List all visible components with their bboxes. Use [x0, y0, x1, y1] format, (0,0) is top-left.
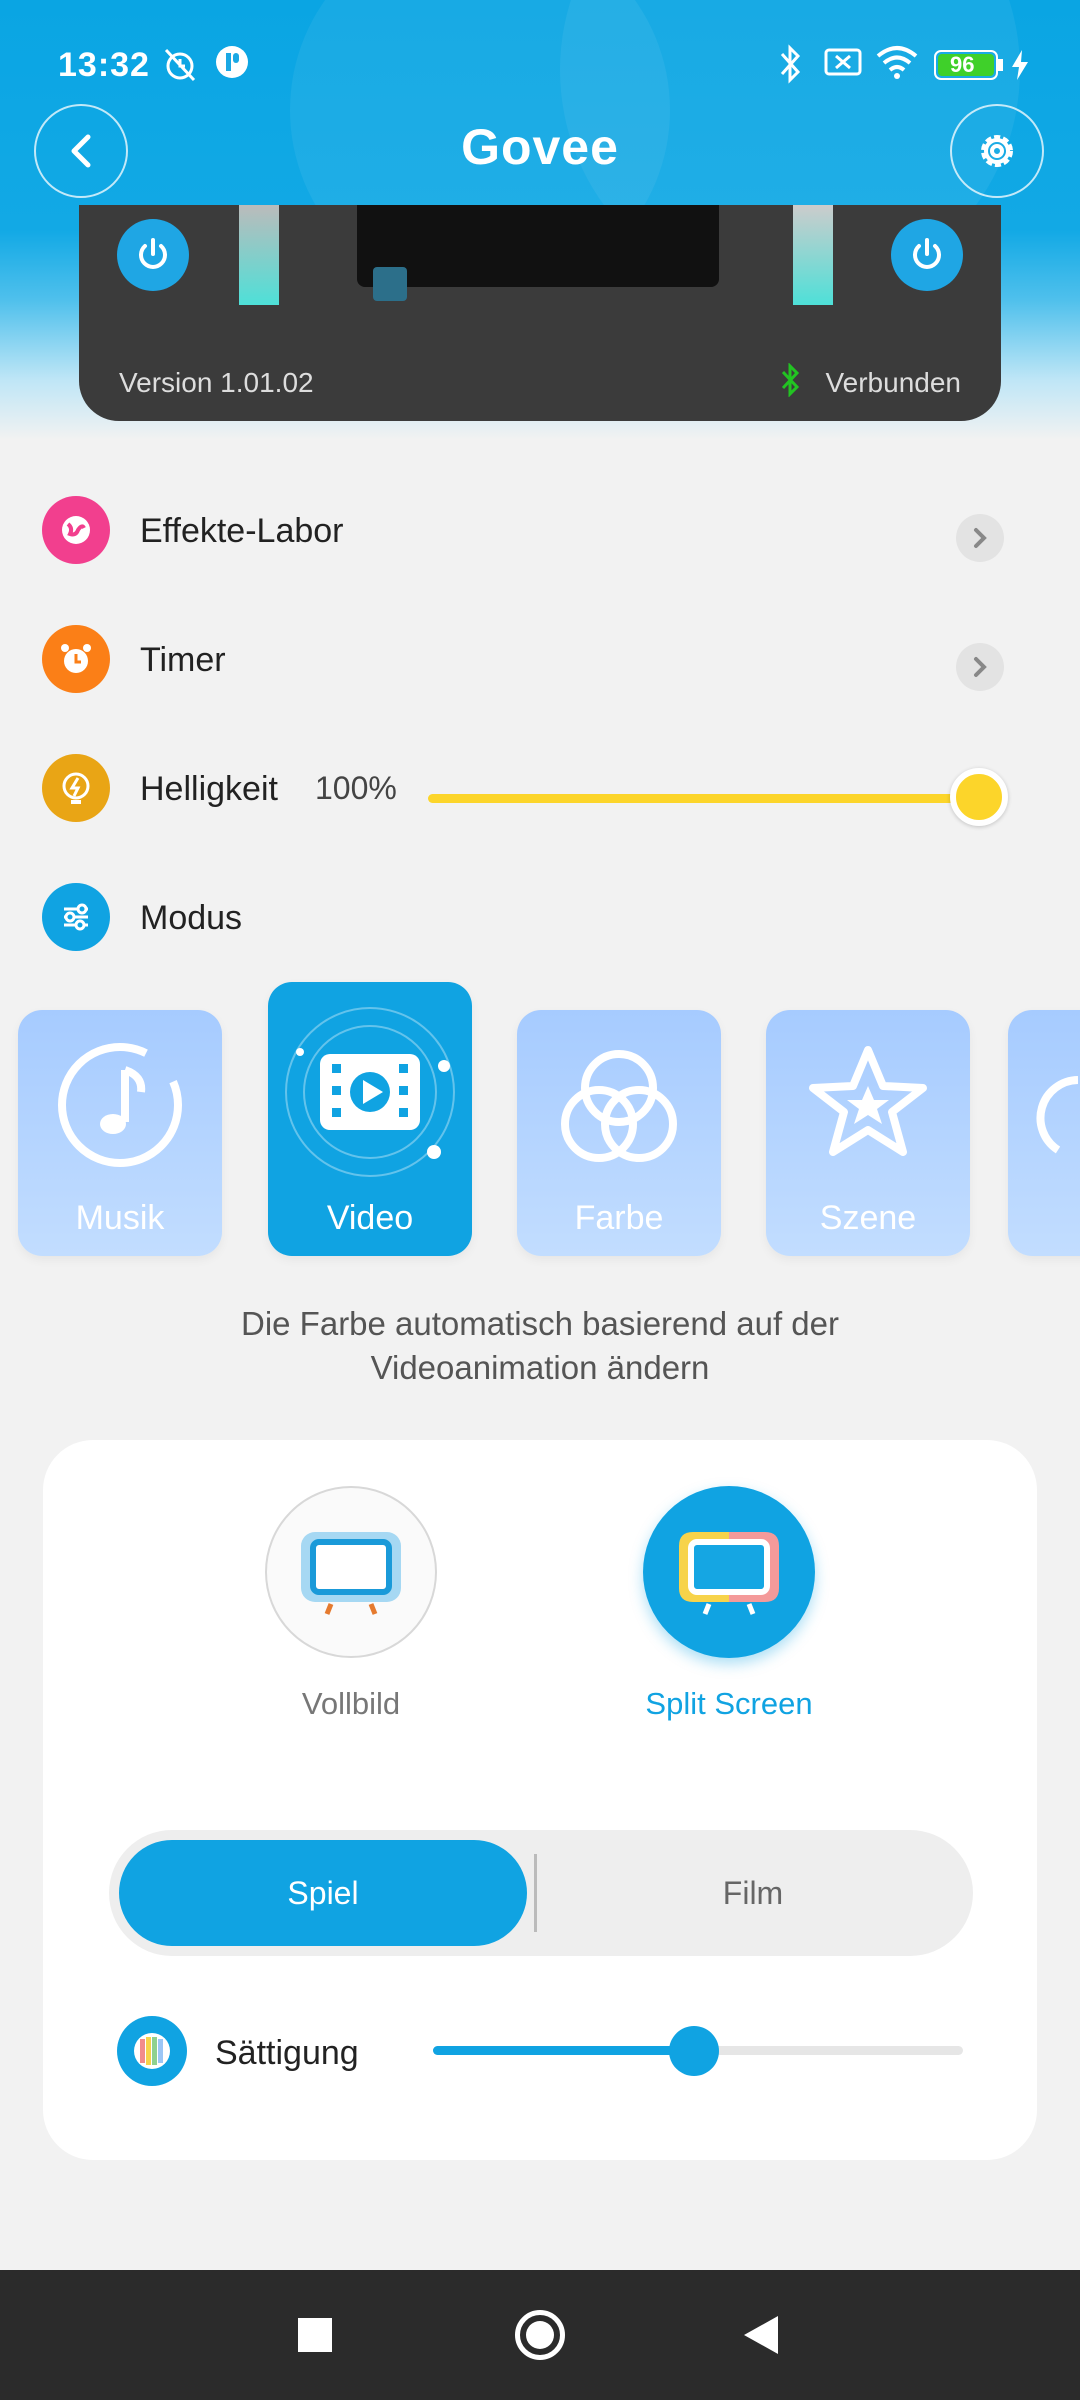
tv-illustration	[357, 205, 719, 287]
fullscreen-label: Vollbild	[301, 1686, 401, 1721]
mode-row: Modus	[0, 859, 1080, 959]
brand-logo: Govee	[461, 119, 619, 175]
brightness-slider-handle[interactable]	[950, 768, 1008, 826]
gear-icon	[981, 135, 1013, 167]
alarm-off-icon	[160, 44, 200, 89]
brightness-row: Helligkeit 100%	[0, 730, 1080, 830]
chevron-right-icon	[956, 514, 1004, 562]
video-settings-card: Vollbild Split Screen Spiel Film Sättigu…	[43, 1440, 1037, 2160]
saturation-slider-fill	[433, 2046, 697, 2055]
sliders-icon	[42, 883, 110, 951]
globe-icon	[42, 496, 110, 564]
effects-lab-row[interactable]: Effekte-Labor	[0, 472, 1080, 572]
recents-button[interactable]	[298, 2318, 332, 2352]
color-circles-icon	[561, 1050, 677, 1162]
mode-scene[interactable]: Szene	[766, 1010, 970, 1256]
bulb-icon	[42, 754, 110, 822]
split-screen-option[interactable]	[643, 1486, 815, 1658]
mode-scene-label: Szene	[819, 1199, 917, 1237]
star-icon	[809, 1046, 927, 1156]
brightness-label: Helligkeit	[140, 770, 278, 808]
app-notification-icon	[214, 44, 250, 85]
music-icon	[58, 1043, 182, 1167]
timer-row[interactable]: Timer	[0, 601, 1080, 701]
sim-off-icon	[824, 44, 862, 85]
power-icon	[913, 238, 941, 269]
tv-fullscreen-icon	[301, 1532, 401, 1615]
brightness-value: 100%	[315, 770, 397, 806]
brightness-slider-track[interactable]	[428, 794, 978, 803]
bluetooth-icon	[776, 44, 804, 89]
left-lamp-power-button[interactable]	[117, 219, 189, 291]
chevron-right-icon	[956, 643, 1004, 691]
timer-label: Timer	[140, 641, 226, 679]
saturation-label: Sättigung	[215, 2034, 359, 2072]
bluetooth-connected-icon	[779, 362, 801, 402]
right-light-bar	[793, 205, 833, 305]
mode-more[interactable]	[1008, 1010, 1080, 1256]
mode-video-label: Video	[326, 1199, 414, 1237]
mode-music[interactable]: Musik	[18, 1010, 222, 1256]
segment-film[interactable]: Film	[541, 1840, 965, 1946]
segment-game[interactable]: Spiel	[119, 1840, 527, 1946]
mode-color-label: Farbe	[574, 1199, 664, 1237]
device-card: Version 1.01.02 Verbunden	[79, 205, 1001, 421]
status-time: 13:32	[58, 46, 150, 84]
mode-description: Die Farbe automatisch basierend auf der …	[0, 1302, 1080, 1390]
split-screen-label: Split Screen	[645, 1686, 813, 1721]
connection-status: Verbunden	[825, 367, 961, 398]
tv-split-screen-icon	[679, 1532, 779, 1615]
video-icon	[285, 1007, 455, 1177]
status-bar: 13:32 96	[0, 0, 1080, 132]
right-lamp-power-button[interactable]	[891, 219, 963, 291]
home-inner-dot	[526, 2321, 554, 2349]
wifi-icon	[876, 44, 918, 85]
effects-lab-label: Effekte-Labor	[140, 512, 344, 550]
firmware-version: Version 1.01.02	[119, 367, 314, 398]
battery-level: 96	[950, 52, 975, 77]
left-light-bar	[239, 205, 279, 305]
mode-color[interactable]: Farbe	[517, 1010, 721, 1256]
back-triangle-icon[interactable]	[742, 2314, 782, 2356]
fullscreen-option[interactable]	[265, 1486, 437, 1658]
charging-icon	[1010, 50, 1030, 85]
home-button[interactable]	[515, 2310, 565, 2360]
power-icon	[139, 238, 167, 269]
mode-video[interactable]: Video	[268, 982, 472, 1256]
saturation-icon	[117, 2016, 187, 2086]
system-navigation-bar	[0, 2270, 1080, 2400]
alexa-icon	[373, 267, 407, 301]
settings-button[interactable]	[950, 104, 1044, 198]
mode-description-text: Die Farbe automatisch basierend auf der …	[241, 1305, 839, 1386]
game-film-segmented-control: Spiel Film	[109, 1830, 973, 1956]
partial-mode-icon	[1036, 1076, 1078, 1154]
saturation-slider-handle[interactable]	[669, 2026, 719, 2076]
segment-divider	[534, 1854, 537, 1932]
mode-music-label: Musik	[75, 1199, 165, 1237]
mode-label: Modus	[140, 899, 243, 937]
alarm-clock-icon	[42, 625, 110, 693]
